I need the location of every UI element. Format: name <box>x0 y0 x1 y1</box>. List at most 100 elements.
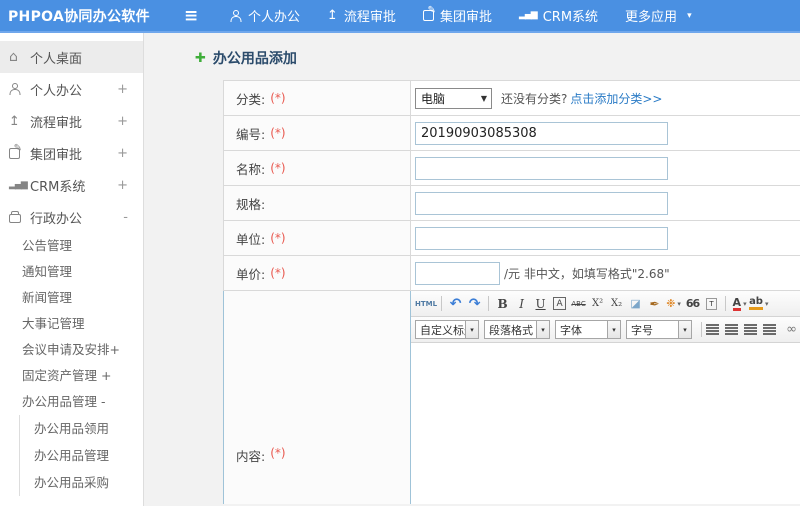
category-hint: 还没有分类? <box>501 91 568 106</box>
sidebar-item-personal-desktop[interactable]: ⌂ 个人桌面 <box>0 41 143 73</box>
nav-crm-system[interactable]: ▂▄▆ CRM系统 <box>519 6 598 25</box>
paste-plain-text-button[interactable]: T <box>706 297 718 310</box>
highlight-icon: ab <box>749 297 763 310</box>
field-label: 单位: (*) <box>224 221 411 255</box>
font-size-dropdown[interactable]: 字号 ▾ <box>626 320 692 339</box>
label-text: 单价: <box>236 266 266 282</box>
italic-button[interactable]: I <box>512 294 531 313</box>
format-painter-button[interactable]: ✒ <box>645 294 664 313</box>
sidebar-item-meeting-mgmt[interactable]: 会议申请及安排+ <box>0 337 143 363</box>
nav-group-approval[interactable]: 集团审批 <box>422 5 492 25</box>
label-text: 分类: <box>236 91 266 107</box>
align-center-button[interactable] <box>725 324 738 335</box>
chevron-down-icon: ▾ <box>677 299 681 308</box>
expand-toggle[interactable]: + <box>117 178 128 193</box>
sidebar: ⌂ 个人桌面 个人办公 + ↥ 流程审批 + 集团审批 + ▂▄▆ CRM系统 … <box>0 33 144 506</box>
superscript-button[interactable]: X² <box>588 294 607 313</box>
sidebar-item-crm-system[interactable]: ▂▄▆ CRM系统 + <box>0 169 143 201</box>
add-category-link[interactable]: 点击添加分类>> <box>570 90 662 107</box>
label-text: 内容: <box>236 449 266 464</box>
form-row-category: 分类: (*) 电脑 ▼ 还没有分类? 点击添加分类>> <box>224 81 800 116</box>
font-color-icon: A <box>732 295 742 311</box>
hamburger-menu-icon[interactable]: ≡ <box>184 6 230 26</box>
sidebar-item-label: 行政办公 <box>30 211 83 227</box>
field-label: 编号: (*) <box>224 116 411 150</box>
sidebar-item-label: 流程审批 <box>30 115 83 131</box>
editor-toolbar-row2: 自定义标题 ▾ 段落格式 ▾ 字体 ▾ <box>411 317 800 343</box>
align-left-button[interactable] <box>706 324 719 335</box>
sidebar-item-notice-mgmt[interactable]: 通知管理 <box>0 259 143 285</box>
bold-button[interactable]: B <box>493 294 512 313</box>
sidebar-item-memorabilia-mgmt[interactable]: 大事记管理 <box>0 311 143 337</box>
subscript-button[interactable]: X₂ <box>607 294 626 313</box>
edit-icon <box>422 5 436 21</box>
sidebar-item-label: 集团审批 <box>30 147 83 163</box>
sidebar-item-process-approval[interactable]: ↥ 流程审批 + <box>0 105 143 137</box>
price-input[interactable] <box>415 261 500 285</box>
dropdown-value: 段落格式 <box>489 323 533 337</box>
justify-button[interactable] <box>763 324 776 335</box>
required-mark: (*) <box>270 161 286 175</box>
expand-toggle[interactable]: + <box>117 114 128 129</box>
unit-input[interactable] <box>415 226 668 250</box>
form-row-code: 编号: (*) <box>224 116 800 151</box>
paragraph-format-dropdown[interactable]: 段落格式 ▾ <box>484 320 550 339</box>
category-select-value: 电脑 <box>421 91 446 106</box>
required-mark: (*) <box>270 231 286 245</box>
field-label: 单价: (*) <box>224 256 411 290</box>
bar-chart-icon: ▂▄▆ <box>9 179 28 190</box>
required-mark: (*) <box>270 266 286 280</box>
sidebar-item-label: 个人桌面 <box>30 51 83 67</box>
sidebar-item-group-approval[interactable]: 集团审批 + <box>0 137 143 169</box>
sidebar-item-label: CRM系统 <box>30 179 86 195</box>
sidebar-item-fixed-assets-mgmt[interactable]: 固定资产管理 + <box>0 363 143 389</box>
insert-link-button[interactable]: ∞ <box>782 320 800 339</box>
export-icon: ↥ <box>327 8 338 23</box>
sparkle-icon: ❉ <box>666 297 676 310</box>
spec-input[interactable] <box>415 191 668 215</box>
sidebar-item-announcement-mgmt[interactable]: 公告管理 <box>0 233 143 259</box>
editor-content-area[interactable] <box>411 343 800 504</box>
expand-toggle[interactable]: + <box>117 146 128 161</box>
briefcase-icon <box>9 214 21 223</box>
sidebar-item-personal-office[interactable]: 个人办公 + <box>0 73 143 105</box>
align-right-button[interactable] <box>744 324 757 335</box>
label-text: 名称: <box>236 161 266 177</box>
custom-title-dropdown[interactable]: 自定义标题 ▾ <box>415 320 479 339</box>
char-border-button[interactable]: A <box>553 297 567 310</box>
undo-button[interactable]: ↶ <box>446 294 465 313</box>
sidebar-item-supplies-requisition[interactable]: 办公用品领用 <box>20 415 143 442</box>
remove-format-button[interactable]: ◪ <box>626 294 645 313</box>
add-supplies-form: 分类: (*) 电脑 ▼ 还没有分类? 点击添加分类>> 编号: (*) 201… <box>223 80 800 504</box>
sidebar-item-news-mgmt[interactable]: 新闻管理 <box>0 285 143 311</box>
redo-button[interactable]: ↷ <box>465 294 484 313</box>
underline-button[interactable]: U <box>531 294 550 313</box>
nav-process-approval[interactable]: ↥ 流程审批 <box>327 6 396 25</box>
blockquote-button[interactable]: 66 <box>683 294 702 313</box>
html-source-button[interactable]: HTML <box>415 294 437 313</box>
sidebar-item-supplies-management[interactable]: 办公用品管理 <box>20 442 143 469</box>
name-input[interactable] <box>415 156 668 180</box>
code-input[interactable] <box>415 121 668 145</box>
sidebar-item-supplies-purchase[interactable]: 办公用品采购 <box>20 469 143 496</box>
category-select[interactable]: 电脑 ▼ <box>415 87 492 109</box>
home-icon: ⌂ <box>9 49 18 65</box>
toolbar-separator <box>701 322 702 337</box>
auto-typeset-button[interactable]: ❉ ▾ <box>664 294 683 313</box>
sidebar-item-admin-office[interactable]: 行政办公 - <box>0 201 143 233</box>
nav-personal-office[interactable]: 个人办公 <box>230 6 300 25</box>
dropdown-value: 字号 <box>631 323 653 337</box>
field-label: 内容: (*) <box>224 291 411 504</box>
editor-toolbar-row1: HTML ↶ ↷ B I U A ABC X² X₂ ◪ ✒ ❉ ▾ 66 T … <box>411 291 800 317</box>
nav-more-apps[interactable]: 更多应用 ▾ <box>625 6 692 25</box>
form-row-content: 内容: (*) HTML ↶ ↷ B I U A ABC X² X₂ ◪ ✒ ❉… <box>223 291 800 504</box>
font-family-dropdown[interactable]: 字体 ▾ <box>555 320 621 339</box>
expand-toggle[interactable]: + <box>117 82 128 97</box>
collapse-toggle[interactable]: - <box>123 210 128 225</box>
sidebar-item-office-supplies-mgmt[interactable]: 办公用品管理 - <box>0 389 143 415</box>
highlight-color-button[interactable]: ab ▾ <box>749 294 768 313</box>
strikethrough-button[interactable]: ABC <box>569 294 588 313</box>
required-mark: (*) <box>270 91 286 105</box>
font-color-button[interactable]: A ▾ <box>730 294 749 313</box>
toolbar-separator <box>441 296 443 311</box>
